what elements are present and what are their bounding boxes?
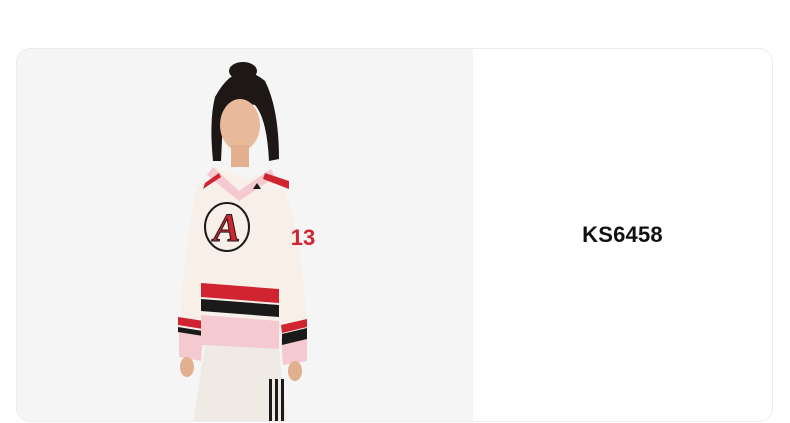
model-photo: A 13	[178, 62, 315, 421]
product-sku: KS6458	[582, 222, 663, 247]
jersey-number: 13	[291, 225, 315, 250]
product-info: KS6458	[473, 49, 772, 421]
product-image[interactable]: A 13	[17, 49, 473, 421]
product-card[interactable]: A 13 KS6458	[16, 48, 773, 422]
crest-letter: A	[211, 205, 241, 250]
